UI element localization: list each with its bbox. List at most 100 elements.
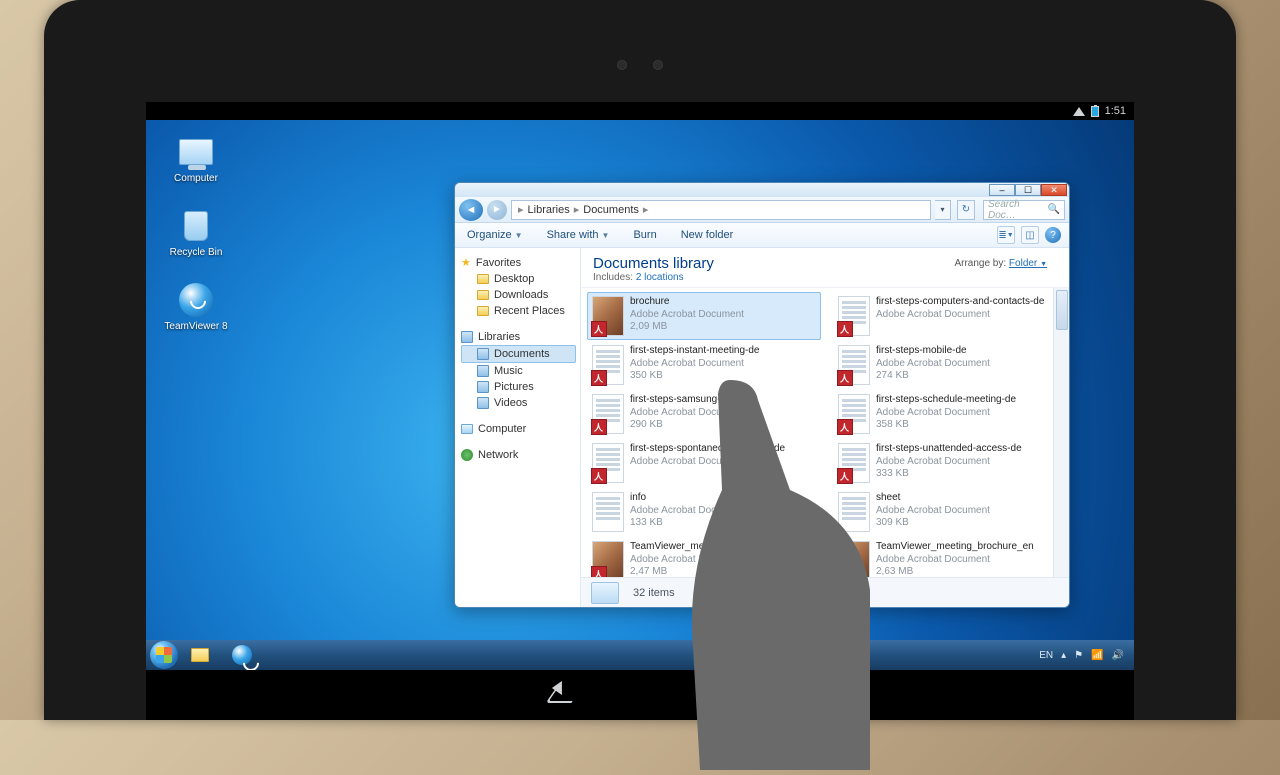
pdf-thumbnail-icon: 人 — [838, 443, 870, 483]
file-size: 290 KB — [630, 419, 752, 432]
language-indicator[interactable]: EN — [1039, 650, 1053, 661]
nav-item-documents[interactable]: Documents — [461, 345, 576, 363]
file-tile[interactable]: 人 first-steps-unattended-access-deAdobe A… — [833, 439, 1067, 487]
share-with-button[interactable]: Share with▼ — [535, 223, 622, 247]
address-dropdown-button[interactable]: ▾ — [935, 200, 951, 220]
nav-item-recent-places[interactable]: Recent Places — [461, 303, 580, 319]
pdf-thumbnail-icon: 人 — [592, 345, 624, 385]
file-name: info — [630, 492, 744, 505]
desktop-icon-label: Computer — [174, 173, 218, 184]
window-title-bar[interactable]: – ☐ ✕ — [455, 183, 1069, 197]
tray-chevron-icon[interactable]: ▴ — [1061, 650, 1066, 661]
burn-button[interactable]: Burn — [621, 223, 668, 247]
remote-windows-desktop[interactable]: Computer Recycle Bin TeamViewer 8 – ☐ ✕ — [146, 120, 1134, 670]
help-button[interactable]: ? — [1045, 227, 1061, 243]
library-icon — [477, 348, 489, 360]
file-type: Adobe Acrobat Document — [876, 554, 1034, 567]
nav-item-music[interactable]: Music — [461, 363, 580, 379]
pdf-thumbnail-icon: 人 — [838, 345, 870, 385]
preview-pane-button[interactable]: ◫ — [1021, 226, 1039, 244]
file-size: 2,47 MB — [630, 566, 788, 577]
nav-favorites-header[interactable]: ★Favorites — [461, 254, 580, 271]
file-type: Adobe Acrobat Document — [876, 505, 990, 518]
desktop-icon-teamviewer[interactable]: TeamViewer 8 — [160, 282, 232, 332]
android-status-bar: 1:51 — [146, 102, 1134, 120]
nav-forward-button[interactable]: ► — [487, 200, 507, 220]
pdf-photo-thumbnail-icon: 人 — [592, 296, 624, 336]
file-type: Adobe Acrobat Document — [876, 358, 990, 371]
breadcrumb-item[interactable]: Libraries — [528, 204, 570, 216]
new-folder-button[interactable]: New folder — [669, 223, 746, 247]
start-button[interactable] — [150, 641, 178, 669]
file-size: 2,63 MB — [876, 566, 1034, 577]
android-home-button[interactable] — [705, 680, 735, 710]
file-tile[interactable]: 人first-steps-instant-meeting-deAdobe Acr… — [587, 341, 821, 389]
file-tile[interactable]: 人first-steps-spontaneous-support-deAdobe… — [587, 439, 821, 487]
chevron-down-icon: ▼ — [602, 231, 610, 240]
teamviewer-icon — [179, 283, 213, 317]
breadcrumb-item[interactable]: Documents — [583, 204, 639, 216]
file-tile[interactable]: infoAdobe Acrobat Document133 KB — [587, 488, 821, 536]
desktop-icon-computer[interactable]: Computer — [160, 134, 232, 184]
file-name: TeamViewer_meeting_brochure_en — [876, 541, 1034, 554]
search-input[interactable]: Search Doc… 🔍 — [983, 200, 1065, 220]
arrange-by-dropdown[interactable]: Folder ▼ — [1009, 258, 1047, 269]
file-tile[interactable]: 人brochureAdobe Acrobat Document2,09 MB — [587, 292, 821, 340]
desktop-icon-label: Recycle Bin — [170, 247, 223, 258]
pdf-thumbnail-icon: 人 — [592, 394, 624, 434]
navigation-pane: ★Favorites Desktop Downloads Recent Plac… — [455, 248, 581, 607]
file-tile[interactable]: sheetAdobe Acrobat Document309 KB — [833, 488, 1067, 536]
desktop-icons: Computer Recycle Bin TeamViewer 8 — [160, 134, 232, 332]
file-tile[interactable]: 人first-steps-mobile-deAdobe Acrobat Docu… — [833, 341, 1067, 389]
pdf-thumbnail-icon: 人 — [592, 443, 624, 483]
file-name: first-steps-unattended-access-de — [876, 443, 1022, 456]
nav-item-desktop[interactable]: Desktop — [461, 271, 580, 287]
file-type: Adobe Acrobat Document — [630, 358, 760, 371]
view-options-button[interactable]: ≣▼ — [997, 226, 1015, 244]
volume-icon[interactable]: 🔊 — [1112, 650, 1124, 661]
file-list[interactable]: 人brochureAdobe Acrobat Document2,09 MB人f… — [581, 288, 1069, 577]
content-pane: Documents library Includes: 2 locations … — [581, 248, 1069, 607]
taskbar-pin-explorer[interactable] — [180, 642, 220, 668]
file-tile[interactable]: 人first-steps-schedule-meeting-deAdobe Ac… — [833, 390, 1067, 438]
file-size: 350 KB — [630, 370, 760, 383]
system-tray[interactable]: EN ▴ ⚑ 📶 🔊 — [1039, 650, 1130, 661]
back-icon — [545, 687, 582, 703]
search-placeholder: Search Doc… — [988, 199, 1045, 221]
nav-item-videos[interactable]: Videos — [461, 395, 580, 411]
file-tile[interactable]: 人TeamViewer_meeting_brochure_enAdobe Acr… — [833, 537, 1067, 577]
tablet-screen: 1:51 Computer Recycle Bin TeamViewer 8 — [146, 102, 1134, 720]
file-size: 309 KB — [876, 517, 990, 530]
scrollbar[interactable] — [1053, 288, 1069, 577]
refresh-button[interactable]: ↻ — [957, 200, 975, 220]
includes-locations-link[interactable]: 2 locations — [636, 272, 684, 283]
nav-back-button[interactable]: ◄ — [459, 199, 483, 221]
scrollbar-thumb[interactable] — [1056, 290, 1068, 330]
minimize-button[interactable]: – — [989, 184, 1015, 196]
android-back-button[interactable] — [545, 680, 575, 710]
address-bar[interactable]: ▸ Libraries ▸ Documents ▸ — [511, 200, 931, 220]
nav-libraries-header[interactable]: Libraries — [461, 329, 580, 345]
file-size: 274 KB — [876, 370, 990, 383]
nav-network-header[interactable]: Network — [461, 447, 580, 463]
network-tray-icon[interactable]: 📶 — [1091, 650, 1103, 661]
file-type: Adobe Acrobat Document — [876, 456, 1022, 469]
status-icon — [591, 582, 619, 604]
desktop-icon-recycle-bin[interactable]: Recycle Bin — [160, 208, 232, 258]
action-center-icon[interactable]: ⚑ — [1074, 650, 1083, 661]
file-tile[interactable]: 人TeamViewer_meeting_brochure_deAdobe Acr… — [587, 537, 821, 577]
nav-item-downloads[interactable]: Downloads — [461, 287, 580, 303]
nav-item-pictures[interactable]: Pictures — [461, 379, 580, 395]
explorer-toolbar: Organize▼ Share with▼ Burn New folder ≣▼… — [455, 223, 1069, 248]
teamviewer-icon — [232, 645, 252, 665]
explorer-window[interactable]: – ☐ ✕ ◄ ► ▸ Libraries ▸ Documents ▸ ▾ ↻ — [454, 182, 1070, 608]
windows-taskbar[interactable]: EN ▴ ⚑ 📶 🔊 — [146, 640, 1134, 670]
taskbar-pin-teamviewer[interactable] — [222, 642, 262, 668]
maximize-button[interactable]: ☐ — [1015, 184, 1041, 196]
organize-button[interactable]: Organize▼ — [455, 223, 535, 247]
file-tile[interactable]: 人first-steps-computers-and-contacts-deAd… — [833, 292, 1067, 340]
nav-computer-header[interactable]: Computer — [461, 421, 580, 437]
file-tile[interactable]: 人first-steps-samsung-app-deAdobe Acrobat… — [587, 390, 821, 438]
file-size: 2,09 MB — [630, 321, 744, 334]
close-button[interactable]: ✕ — [1041, 184, 1067, 196]
